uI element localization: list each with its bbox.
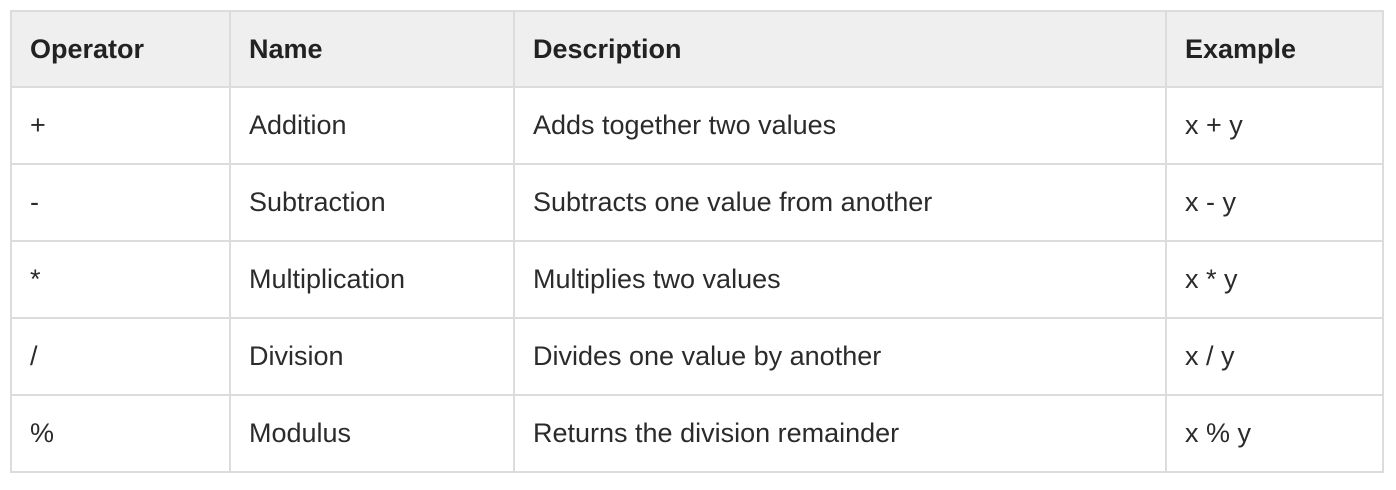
- header-example: Example: [1165, 10, 1384, 88]
- cell-example: x % y: [1165, 394, 1384, 473]
- cell-description: Returns the division remainder: [513, 394, 1167, 473]
- cell-operator: /: [10, 317, 231, 396]
- cell-name: Modulus: [229, 394, 515, 473]
- cell-name: Division: [229, 317, 515, 396]
- table-row: + Addition Adds together two values x + …: [10, 86, 1384, 165]
- cell-description: Divides one value by another: [513, 317, 1167, 396]
- cell-description: Subtracts one value from another: [513, 163, 1167, 242]
- header-name: Name: [229, 10, 515, 88]
- table-row: * Multiplication Multiplies two values x…: [10, 240, 1384, 319]
- table-row: % Modulus Returns the division remainder…: [10, 394, 1384, 473]
- header-description: Description: [513, 10, 1167, 88]
- cell-example: x + y: [1165, 86, 1384, 165]
- cell-operator: +: [10, 86, 231, 165]
- cell-name: Multiplication: [229, 240, 515, 319]
- cell-name: Addition: [229, 86, 515, 165]
- cell-name: Subtraction: [229, 163, 515, 242]
- cell-description: Multiplies two values: [513, 240, 1167, 319]
- operators-table: Operator Name Description Example + Addi…: [10, 10, 1384, 473]
- header-operator: Operator: [10, 10, 231, 88]
- cell-operator: *: [10, 240, 231, 319]
- table-header-row: Operator Name Description Example: [10, 10, 1384, 88]
- operators-table-container: Operator Name Description Example + Addi…: [10, 10, 1384, 473]
- cell-description: Adds together two values: [513, 86, 1167, 165]
- cell-operator: -: [10, 163, 231, 242]
- cell-example: x - y: [1165, 163, 1384, 242]
- cell-example: x * y: [1165, 240, 1384, 319]
- cell-example: x / y: [1165, 317, 1384, 396]
- table-row: / Division Divides one value by another …: [10, 317, 1384, 396]
- cell-operator: %: [10, 394, 231, 473]
- table-row: - Subtraction Subtracts one value from a…: [10, 163, 1384, 242]
